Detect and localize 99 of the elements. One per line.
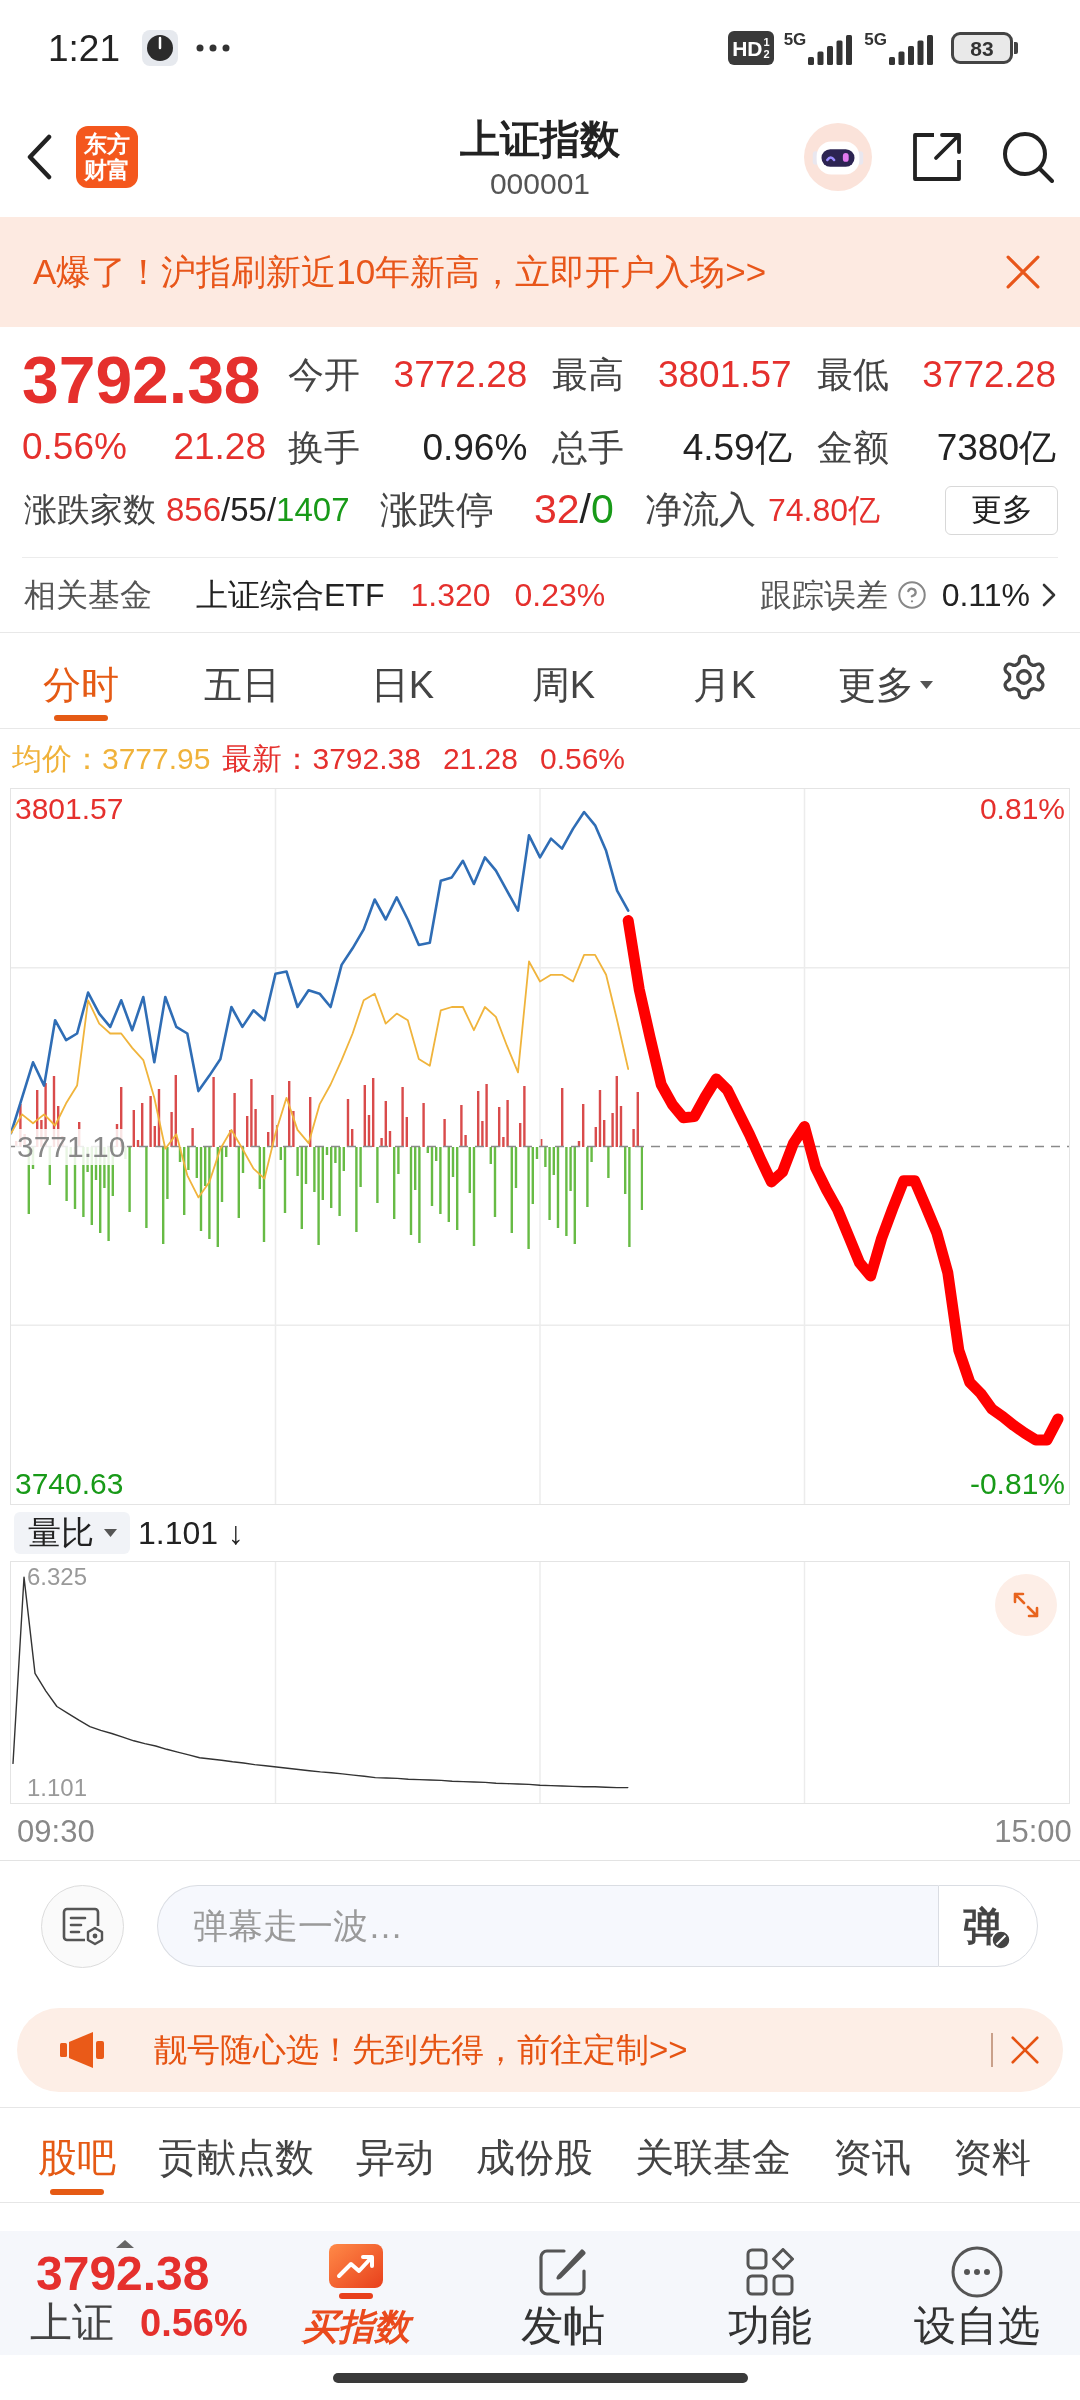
bottom-nav-item[interactable]: 发帖 [459,2231,666,2355]
quote-field-label: 今开 [288,353,360,397]
clock-app-icon [142,30,178,66]
fund-name[interactable]: 上证综合ETF [196,571,385,619]
section-tab[interactable]: 关联基金 [635,2108,791,2202]
ratio-selector[interactable]: 量比 [14,1512,130,1554]
battery-indicator: 83 [951,32,1018,64]
quote-field-label: 金额 [816,426,889,470]
latest-change-percent: 0.56% [540,743,626,774]
share-icon[interactable] [912,131,962,182]
section-tab[interactable]: 股吧 [38,2108,116,2202]
bottom-index-name: 上证 [30,2302,114,2344]
search-icon[interactable] [1002,130,1054,183]
net-inflow-label: 净流入 [645,488,756,533]
close-icon[interactable] [1006,255,1040,289]
more-circle-icon [950,2246,1003,2298]
back-icon[interactable] [26,133,52,180]
section-tab[interactable]: 资讯 [833,2108,911,2202]
time-axis-label: 09:30 [17,1813,95,1851]
bottom-index-change: 0.56% [140,2304,248,2342]
bottom-nav-item[interactable]: 设自选 [873,2231,1080,2355]
net-inflow-value: 74.80亿 [768,491,881,530]
account-promo-text: A爆了！沪指刷新近10年新高，立即开户入场>> [33,250,767,293]
ratio-value: 1.101 [138,1514,219,1553]
chart-tab[interactable]: 分时 [0,633,161,728]
quote-field-label: 最低 [816,353,889,397]
chart-tab[interactable]: 五日 [161,633,322,728]
limit-label: 涨跌停 [380,487,494,533]
section-tab[interactable]: 贡献点数 [158,2108,314,2202]
breadth-value: 856/55/1407 [166,490,350,531]
price-axis-label: 3740.63 [15,1465,124,1502]
average-price-label: 均价：3777.95 [12,743,211,774]
danmaku-input[interactable]: 弹幕走一波… [157,1885,938,1967]
trend-chart-icon [326,2244,385,2300]
section-tab[interactable]: 资料 [953,2108,1031,2202]
quote-field-label: 换手 [288,426,360,470]
related-fund-label: 相关基金 [24,576,152,615]
quote-field-value: 0.96% [422,426,528,471]
bottom-nav-item[interactable]: 功能 [666,2231,873,2355]
app-logo: 东方财富 [76,125,138,188]
chart-tab[interactable]: 月K [644,633,805,728]
grid-icon [745,2248,794,2296]
tracking-error-value: 0.11% [941,576,1030,615]
signal-bars-icon [889,35,935,65]
ratio-axis-label: 6.325 [27,1562,88,1592]
page-title: 上证指数 [460,115,620,163]
price-axis-label: 3771.10 [15,1128,128,1165]
latest-price-label: 最新：3792.38 [222,743,421,774]
quote-field-value: 4.59亿 [682,426,792,471]
chart-tab[interactable]: 更多 [805,633,966,728]
fund-price: 1.320 [410,576,491,615]
network-type-label: 5G [864,31,887,48]
expand-icon[interactable] [995,1574,1057,1636]
fund-change-percent: 0.23% [514,576,606,615]
price-axis-label: 3801.57 [15,791,124,828]
ratio-axis-label: 1.101 [27,1773,88,1803]
signal-bars-icon [808,35,855,65]
latest-change: 21.28 [442,743,518,774]
promo-text: 靓号随心选！先到先得，前往定制>> [154,2030,688,2071]
breadth-label: 涨跌家数 [24,490,156,531]
quote-field-label: 最高 [552,353,625,397]
tracking-error-label: 跟踪误差 [759,576,888,615]
help-icon[interactable] [897,581,926,609]
robot-avatar-icon[interactable] [804,122,872,191]
more-button[interactable]: 更多 [945,485,1058,535]
change-percent: 0.56% [22,425,127,470]
caret-down-icon [920,681,933,689]
bottom-index-price: 3792.38 [35,2248,211,2300]
chart-tab[interactable]: 日K [322,633,483,728]
percent-axis-label: -0.81% [969,1466,1065,1502]
home-indicator[interactable] [332,2372,748,2383]
section-tab[interactable]: 异动 [356,2108,434,2202]
megaphone-icon [60,2031,104,2069]
close-icon[interactable] [1011,2036,1039,2064]
status-time: 1:21 [48,29,120,67]
chart-tab[interactable]: 周K [483,633,644,728]
quote-field-value: 3772.28 [393,353,528,398]
index-price: 3792.38 [22,345,262,415]
trend-arrow: ↓ [228,1514,245,1553]
quote-field-value: 7380亿 [936,426,1056,471]
percent-axis-label: 0.81% [979,791,1065,827]
chevron-right-icon[interactable] [1042,583,1056,607]
caret-down-icon [103,1529,117,1537]
caret-up-icon[interactable] [116,2240,134,2248]
edit-icon [537,2247,588,2297]
more-dots-icon [196,44,230,52]
section-tab[interactable]: 成份股 [476,2108,593,2202]
network-type-label: 5G [783,31,807,48]
limit-value: 32/0 [534,485,614,535]
quote-field-label: 总手 [552,426,625,470]
change-amount: 21.28 [173,425,266,470]
quote-field-value: 3801.57 [657,353,792,398]
danmaku-toggle-button[interactable]: 弹 [938,1885,1038,1967]
bottom-nav-item[interactable]: 买指数 [252,2231,459,2355]
time-axis-label: 15:00 [994,1813,1072,1851]
document-gear-icon [60,1906,105,1946]
quote-field-value: 3772.28 [922,353,1056,398]
stock-code: 000001 [489,165,591,202]
settings-icon[interactable] [1001,653,1047,700]
